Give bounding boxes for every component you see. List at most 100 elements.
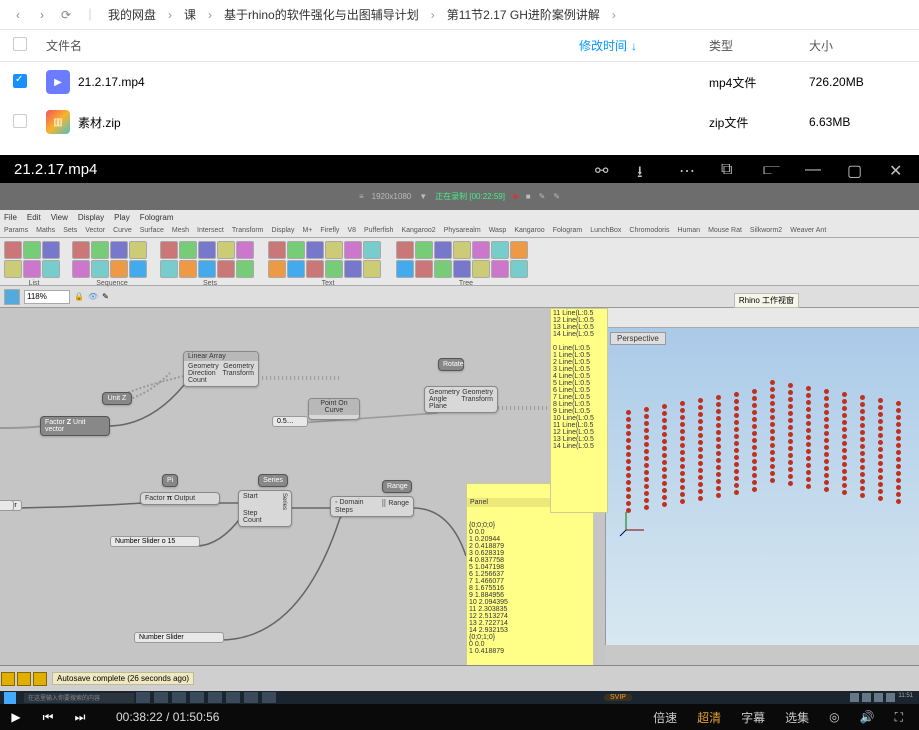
gh-tab[interactable]: Intersect	[197, 227, 224, 234]
fullscreen-icon[interactable]: ⛶	[895, 710, 903, 725]
more-icon[interactable]: ⋯	[679, 161, 699, 188]
prev-button[interactable]: ⏮	[32, 710, 64, 725]
gh-tab[interactable]: Vector	[85, 227, 105, 234]
gh-tab[interactable]: M+	[302, 227, 312, 234]
gh-ribbon[interactable]: ListSequenceSetsTextTree	[0, 238, 919, 286]
file-row[interactable]: ▶ 21.2.17.mp4 mp4文件 726.20MB	[0, 62, 919, 102]
node-point-on-curve[interactable]: Point On Curve	[308, 398, 360, 420]
ribbon-component-icon[interactable]	[160, 260, 178, 278]
task-app-icon[interactable]	[154, 692, 168, 703]
crumb-item[interactable]: 第11节2.17 GH进阶案例讲解	[443, 6, 604, 23]
gh-tab[interactable]: Human	[677, 227, 700, 234]
ribbon-component-icon[interactable]	[217, 260, 235, 278]
rhino-viewport[interactable]: Perspective	[605, 308, 919, 645]
status-warn-icon[interactable]	[1, 672, 15, 686]
ribbon-component-icon[interactable]	[363, 241, 381, 259]
node-unit-vector[interactable]: Factor Z Unit vector	[40, 416, 110, 436]
loop-icon[interactable]: ◎	[829, 710, 839, 724]
ribbon-component-icon[interactable]	[4, 260, 22, 278]
number-slider[interactable]: Number Slider	[134, 632, 224, 643]
node-range[interactable]: ◦ Domain ⣿ Range Steps	[330, 496, 414, 517]
gh-tab[interactable]: V8	[347, 227, 356, 234]
row-checkbox[interactable]	[13, 114, 27, 128]
ribbon-component-icon[interactable]	[415, 241, 433, 259]
close-icon[interactable]: ✕	[889, 161, 909, 188]
column-date[interactable]: 修改时间↓	[579, 37, 709, 54]
ribbon-component-icon[interactable]	[129, 241, 147, 259]
gh-tab[interactable]: Display	[272, 227, 295, 234]
ribbon-component-icon[interactable]	[217, 241, 235, 259]
zoom-lock-icon[interactable]: 🔒	[74, 292, 84, 301]
gh-tab[interactable]: Weaver Ant	[790, 227, 826, 234]
ribbon-component-icon[interactable]	[72, 260, 90, 278]
ribbon-component-icon[interactable]	[453, 260, 471, 278]
node-series[interactable]: StartSeries Step Count	[238, 490, 292, 527]
ribbon-component-icon[interactable]	[396, 241, 414, 259]
ribbon-component-icon[interactable]	[110, 241, 128, 259]
column-name[interactable]: 文件名	[40, 37, 579, 54]
ribbon-component-icon[interactable]	[23, 260, 41, 278]
gh-tab[interactable]: Kangaroo2	[401, 227, 435, 234]
gh-tab[interactable]: Kangaroo	[514, 227, 544, 234]
ribbon-component-icon[interactable]	[472, 260, 490, 278]
node-range-label[interactable]: Range	[382, 480, 412, 493]
gh-tab[interactable]: Fologram	[553, 227, 583, 234]
node-linear-array[interactable]: Linear Array GeometryGeometry DirectionT…	[183, 351, 259, 387]
column-size[interactable]: 大小	[809, 37, 919, 54]
gh-tab[interactable]: Physarealm	[444, 227, 481, 234]
ribbon-component-icon[interactable]	[110, 260, 128, 278]
volume-icon[interactable]: 🔊	[860, 710, 875, 724]
ribbon-component-icon[interactable]	[236, 241, 254, 259]
file-row[interactable]: ▥ 素材.zip zip文件 6.63MB	[0, 102, 919, 142]
node-pi[interactable]: Factor π Output	[140, 492, 220, 505]
gh-tab[interactable]: Curve	[113, 227, 132, 234]
ribbon-component-icon[interactable]	[344, 241, 362, 259]
quality-button[interactable]: 超清	[697, 709, 721, 726]
ribbon-component-icon[interactable]	[42, 241, 60, 259]
ribbon-component-icon[interactable]	[510, 260, 528, 278]
node-unit-z[interactable]: Unit Z	[102, 392, 132, 405]
ribbon-component-icon[interactable]	[287, 260, 305, 278]
select-all-checkbox[interactable]	[13, 37, 27, 51]
ribbon-component-icon[interactable]	[363, 260, 381, 278]
gh-menubar[interactable]: FileEditView DisplayPlayFologram	[0, 210, 919, 224]
ribbon-component-icon[interactable]	[396, 260, 414, 278]
ribbon-component-icon[interactable]	[23, 241, 41, 259]
ribbon-component-icon[interactable]	[434, 260, 452, 278]
crumb-item[interactable]: 课	[180, 6, 200, 23]
node-series-label[interactable]: Series	[258, 474, 288, 487]
row-checkbox[interactable]	[13, 74, 27, 88]
nav-forward-icon[interactable]: ›	[32, 5, 52, 25]
share-icon[interactable]: ⚯	[595, 161, 615, 188]
ribbon-component-icon[interactable]	[160, 241, 178, 259]
crumb-item[interactable]: 基于rhino的软件强化与出图辅导计划	[220, 6, 423, 23]
panel-lines[interactable]: 11 Line(L:0.5 12 Line(L:0.5 13 Line(L:0.…	[550, 308, 608, 513]
window-icon[interactable]: ⫍	[763, 161, 783, 188]
minimize-icon[interactable]: —	[805, 161, 825, 188]
ribbon-component-icon[interactable]	[434, 241, 452, 259]
ribbon-component-icon[interactable]	[268, 260, 286, 278]
speed-button[interactable]: 倍速	[653, 709, 677, 726]
ribbon-component-icon[interactable]	[179, 241, 197, 259]
status-warn-icon[interactable]	[17, 672, 31, 686]
ribbon-component-icon[interactable]	[4, 241, 22, 259]
slider-point-on-curve[interactable]: 0.5…	[272, 416, 308, 427]
gh-tab[interactable]: Silkworm2	[750, 227, 782, 234]
ribbon-component-icon[interactable]	[453, 241, 471, 259]
task-app-icon[interactable]	[208, 692, 222, 703]
ribbon-component-icon[interactable]	[287, 241, 305, 259]
ribbon-component-icon[interactable]	[42, 260, 60, 278]
task-app-icon[interactable]	[244, 692, 258, 703]
slider-val[interactable]: o 15	[0, 500, 14, 511]
crumb-root[interactable]: 我的网盘	[104, 6, 160, 23]
task-app-icon[interactable]	[226, 692, 240, 703]
ribbon-component-icon[interactable]	[415, 260, 433, 278]
task-app-icon[interactable]	[262, 692, 276, 703]
ribbon-component-icon[interactable]	[491, 260, 509, 278]
ribbon-component-icon[interactable]	[179, 260, 197, 278]
ribbon-component-icon[interactable]	[306, 260, 324, 278]
ribbon-component-icon[interactable]	[472, 241, 490, 259]
gh-tab[interactable]: Surface	[140, 227, 164, 234]
next-button[interactable]: ⏭	[64, 710, 96, 725]
taskbar-search[interactable]: 在这里输入你要搜索的内容	[24, 693, 134, 703]
